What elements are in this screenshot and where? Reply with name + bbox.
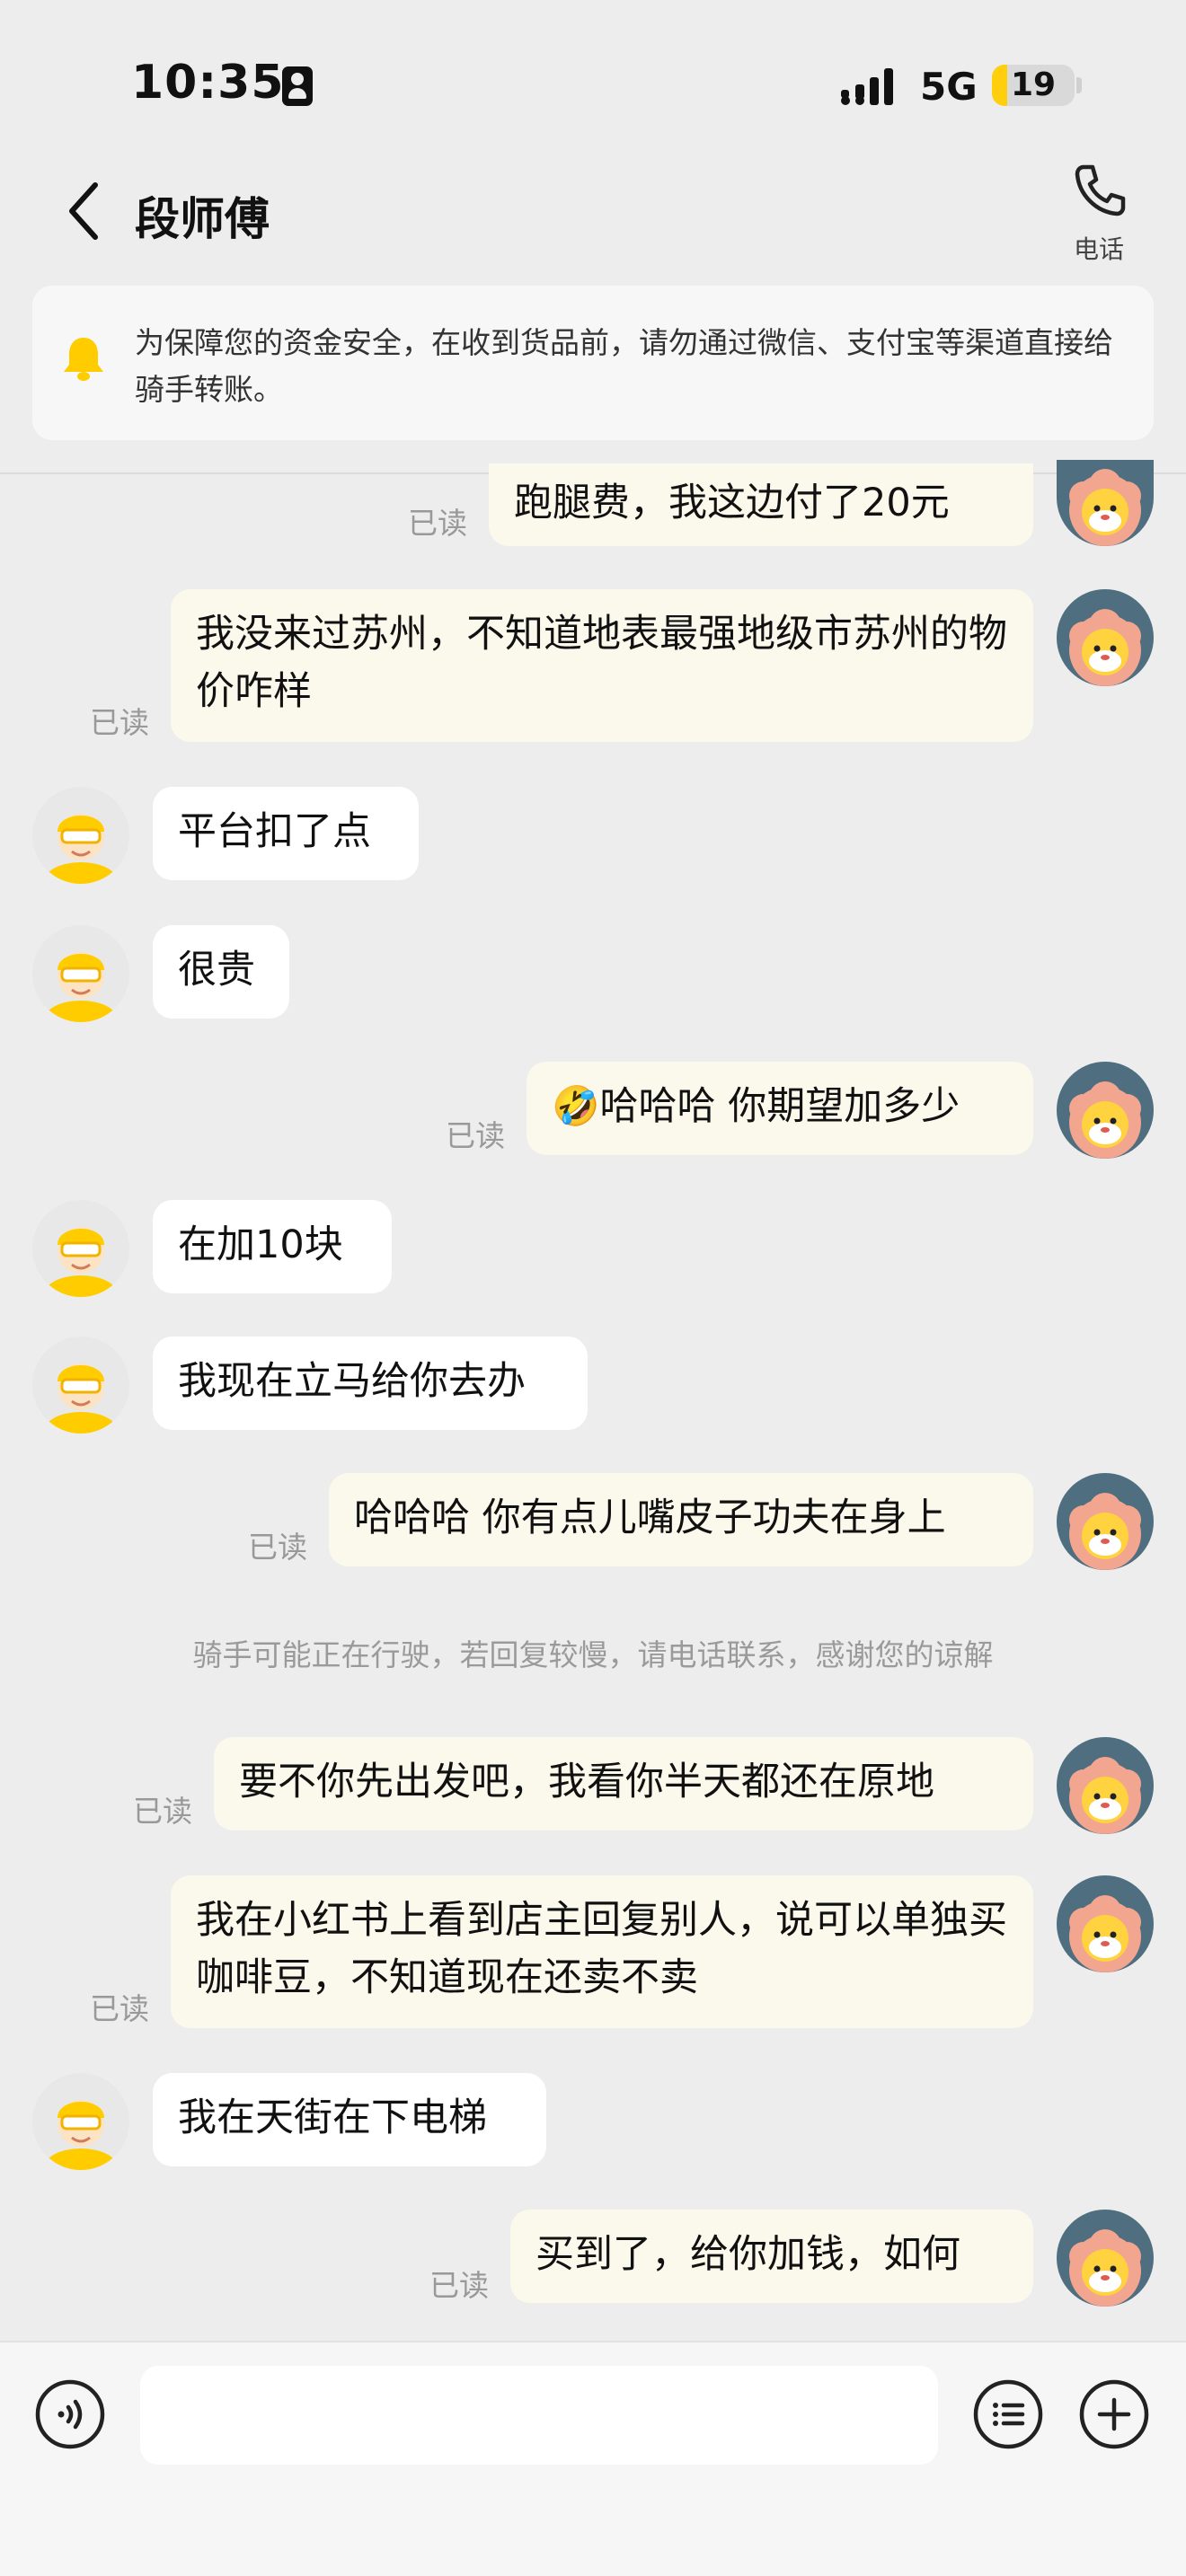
plus-icon[interactable] (1078, 2378, 1150, 2450)
status-bar: 10:35 5G 19 (0, 0, 1186, 144)
rider-avatar[interactable] (32, 787, 129, 884)
lion-avatar-icon (1057, 589, 1154, 686)
bell-icon (64, 338, 103, 381)
network-type: 5G (920, 65, 978, 109)
phone-icon (1075, 164, 1126, 216)
rider-avatar-icon (32, 1200, 129, 1297)
message-bubble-me[interactable]: 买到了，给你加钱，如何 (510, 2210, 1033, 2303)
phone-button[interactable]: 电话 (1051, 162, 1146, 269)
my-avatar[interactable] (1057, 1737, 1154, 1834)
rider-avatar-icon (32, 2073, 129, 2170)
read-receipt: 已读 (429, 2268, 489, 2303)
read-receipt: 已读 (90, 705, 149, 740)
message-bubble-me[interactable]: 要不你先出发吧，我看你半天都还在原地 (214, 1737, 1033, 1831)
chevron-left-icon[interactable] (63, 180, 108, 243)
lion-avatar-icon (1057, 2210, 1154, 2307)
rider-avatar[interactable] (32, 2073, 129, 2170)
lion-avatar-icon (1057, 1062, 1154, 1159)
message-bubble-me[interactable]: 我在小红书上看到店主回复别人，说可以单独买咖啡豆，不知道现在还卖不卖 (171, 1875, 1033, 2028)
my-avatar[interactable] (1057, 589, 1154, 686)
orientation-lock-icon (282, 66, 313, 106)
read-receipt: 已读 (408, 506, 467, 541)
message-bubble-rider[interactable]: 在加10块 (153, 1200, 392, 1293)
rider-avatar[interactable] (32, 1200, 129, 1297)
battery-tip (1076, 77, 1082, 93)
input-bar (0, 2341, 1186, 2576)
my-avatar[interactable] (1057, 1473, 1154, 1570)
message-bubble-me[interactable]: 哈哈哈 你有点儿嘴皮子功夫在身上 (329, 1473, 1033, 1566)
message-input[interactable] (140, 2366, 938, 2465)
my-avatar[interactable] (1057, 2210, 1154, 2307)
rider-avatar-icon (32, 925, 129, 1022)
message-bubble-rider[interactable]: 平台扣了点 (153, 787, 419, 880)
message-bubble-rider[interactable]: 我在天街在下电梯 (153, 2073, 546, 2166)
status-time: 10:35 (131, 56, 285, 110)
safety-notice: 为保障您的资金安全，在收到货品前，请勿通过微信、支付宝等渠道直接给骑手转账。 (32, 286, 1154, 440)
message-bubble-rider[interactable]: 很贵 (153, 925, 289, 1019)
lion-avatar-icon (1057, 460, 1154, 546)
rider-avatar-icon (32, 1337, 129, 1434)
voice-icon[interactable] (34, 2378, 106, 2450)
lion-avatar-icon (1057, 1473, 1154, 1570)
my-avatar[interactable] (1057, 1875, 1154, 1972)
battery-level: 19 (1010, 66, 1057, 103)
signal-icon (841, 68, 893, 105)
read-receipt: 已读 (446, 1118, 505, 1153)
rider-avatar-icon (32, 787, 129, 884)
battery-indicator: 19 (992, 65, 1075, 106)
list-icon[interactable] (972, 2378, 1044, 2450)
rider-avatar[interactable] (32, 1337, 129, 1434)
message-bubble-rider[interactable]: 我现在立马给你去办 (153, 1337, 588, 1430)
read-receipt: 已读 (133, 1794, 192, 1829)
read-receipt: 已读 (90, 1991, 149, 2026)
message-bubble-me[interactable]: 🤣哈哈哈 你期望加多少 (527, 1062, 1033, 1155)
my-avatar[interactable] (1057, 1062, 1154, 1159)
page-title: 段师傅 (135, 193, 270, 245)
message-bubble-me[interactable]: 跑腿费，我这边付了20元 (489, 463, 1033, 546)
notice-text: 为保障您的资金安全，在收到货品前，请勿通过微信、支付宝等渠道直接给骑手转账。 (135, 325, 1113, 407)
phone-label: 电话 (1073, 234, 1124, 264)
my-avatar[interactable] (1057, 460, 1154, 546)
rider-avatar[interactable] (32, 925, 129, 1022)
system-note: 骑手可能正在行驶，若回复较慢，请电话联系，感谢您的谅解 (192, 1637, 994, 1672)
lion-avatar-icon (1057, 1875, 1154, 1972)
message-bubble-me[interactable]: 我没来过苏州，不知道地表最强地级市苏州的物价咋样 (171, 589, 1033, 742)
read-receipt: 已读 (248, 1530, 307, 1565)
lion-avatar-icon (1057, 1737, 1154, 1834)
